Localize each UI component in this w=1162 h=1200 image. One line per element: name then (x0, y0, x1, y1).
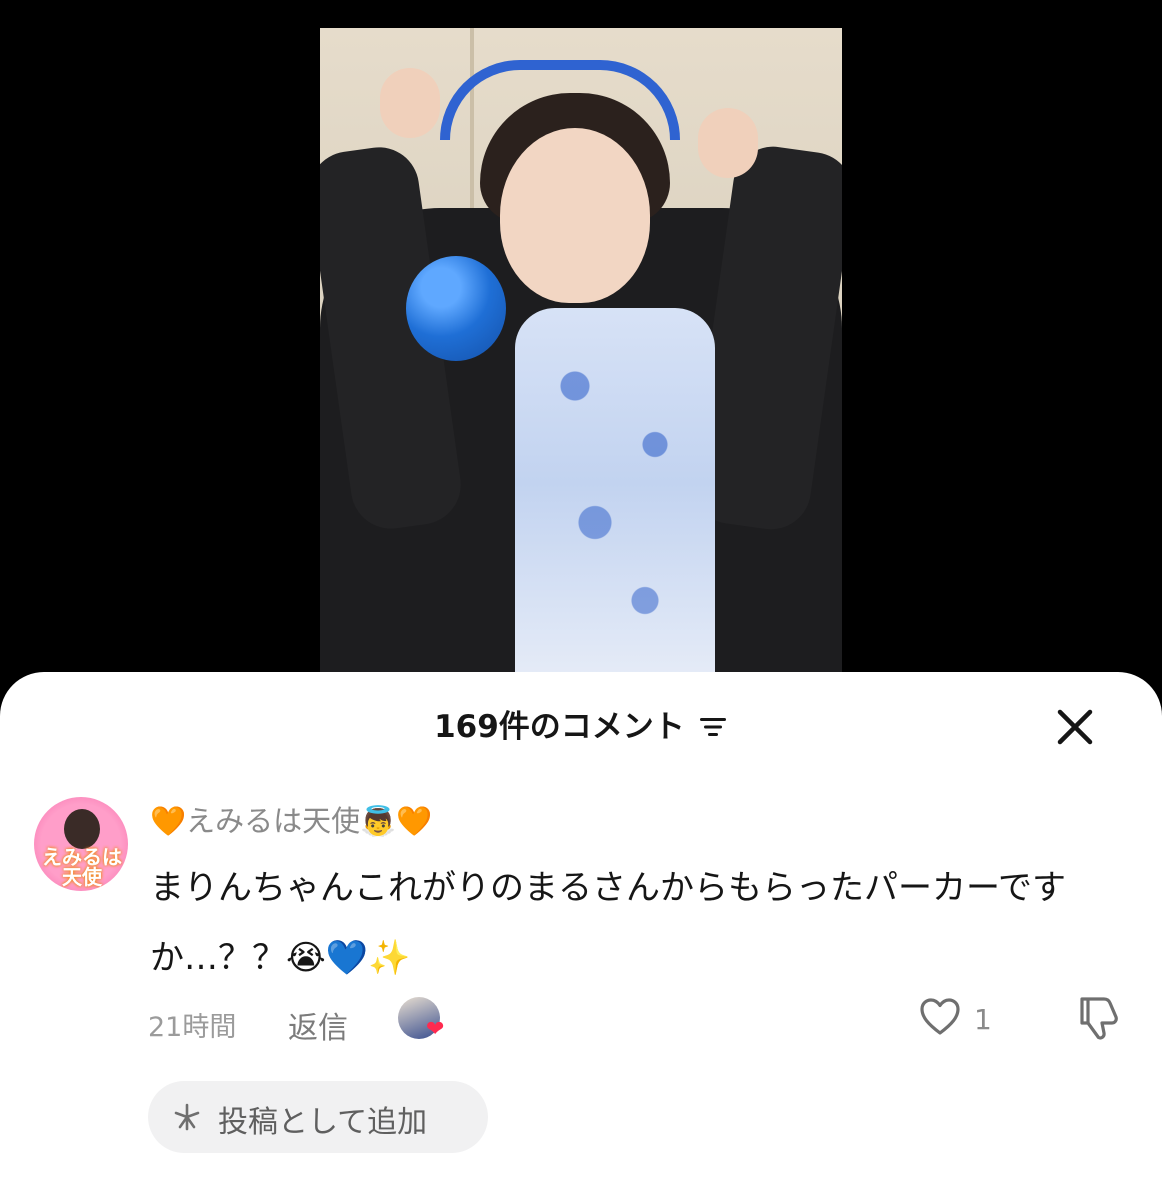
sort-icon[interactable] (698, 716, 728, 738)
left-hand (380, 68, 440, 138)
avatar[interactable]: えみるは天使 (34, 797, 128, 891)
add-as-post-button[interactable]: 投稿として追加 (148, 1081, 488, 1153)
water-balloon (406, 256, 506, 361)
face (500, 128, 650, 303)
comment-timestamp: 21時間 (148, 1012, 237, 1043)
dress-pattern (515, 308, 715, 688)
add-as-post-label: 投稿として追加 (218, 1105, 428, 1140)
thumbs-down-icon[interactable] (1074, 993, 1122, 1043)
sparkle-add-icon (174, 1103, 200, 1131)
close-icon[interactable] (1050, 702, 1100, 752)
headband (440, 60, 680, 140)
video-frame[interactable] (320, 28, 842, 688)
reply-button[interactable]: 返信 (288, 1003, 348, 1047)
dress (515, 308, 715, 688)
creator-heart-icon: ❤ (426, 1017, 445, 1042)
like-count: 1 (974, 1003, 992, 1036)
right-hand (698, 108, 758, 178)
screen: 169件のコメント えみるは天使 🧡えみるは天使👼🧡 まりんちゃんこれがりのまる… (0, 0, 1162, 1200)
comments-sheet: 169件のコメント えみるは天使 🧡えみるは天使👼🧡 まりんちゃんこれがりのまる… (0, 672, 1162, 1200)
comment-meta-row: 21時間 返信 ❤ 1 (34, 993, 1134, 1047)
comment-count-title: 169件のコメント (434, 709, 685, 745)
sheet-header: 169件のコメント (0, 702, 1162, 752)
comment-text: まりんちゃんこれがりのまるさんからもらったパーカーですか…？？😭💙✨ (150, 868, 1066, 978)
avatar-text: えみるは天使 (42, 845, 122, 889)
comment-username[interactable]: 🧡えみるは天使👼🧡 (150, 801, 432, 841)
avatar-person (64, 809, 100, 849)
heart-icon[interactable] (918, 995, 962, 1039)
